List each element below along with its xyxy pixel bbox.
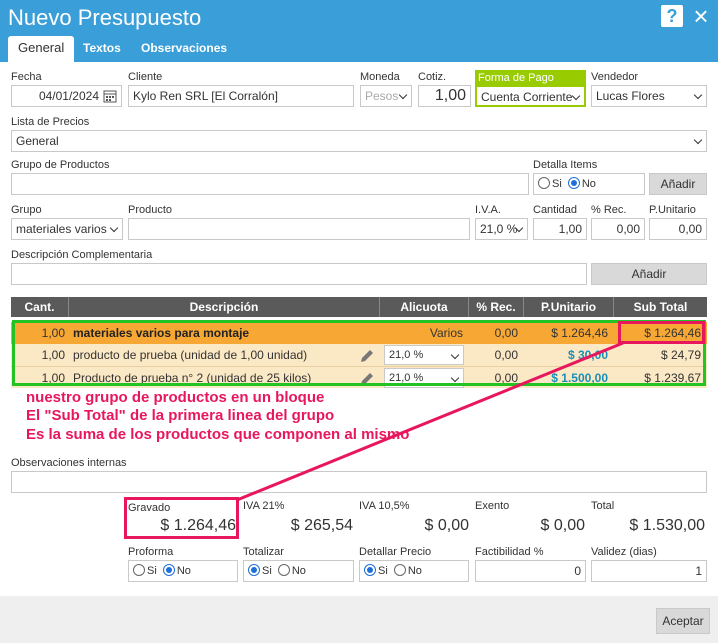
aceptar-button[interactable]: Aceptar	[656, 608, 710, 634]
detallar-no-option[interactable]: No	[393, 564, 422, 577]
proforma-label: Proforma	[128, 546, 174, 558]
proforma-radio: Si No	[128, 560, 238, 582]
factibilidad-input[interactable]: 0	[475, 560, 586, 582]
totalizar-si-option[interactable]: Si	[248, 564, 272, 577]
factibilidad-label: Factibilidad %	[475, 546, 544, 558]
totalizar-no-option[interactable]: No	[277, 564, 306, 577]
detallar-radio: Si No	[359, 560, 469, 582]
proforma-si-option[interactable]: Si	[133, 564, 157, 577]
footer-bar	[0, 596, 718, 643]
totalizar-label: Totalizar	[243, 546, 284, 558]
detallar-label: Detallar Precio	[359, 546, 432, 558]
validez-label: Validez (dias)	[591, 546, 657, 558]
proforma-no-option[interactable]: No	[162, 564, 191, 577]
validez-input[interactable]: 1	[591, 560, 707, 582]
detallar-si-option[interactable]: Si	[364, 564, 388, 577]
totalizar-radio: Si No	[243, 560, 354, 582]
